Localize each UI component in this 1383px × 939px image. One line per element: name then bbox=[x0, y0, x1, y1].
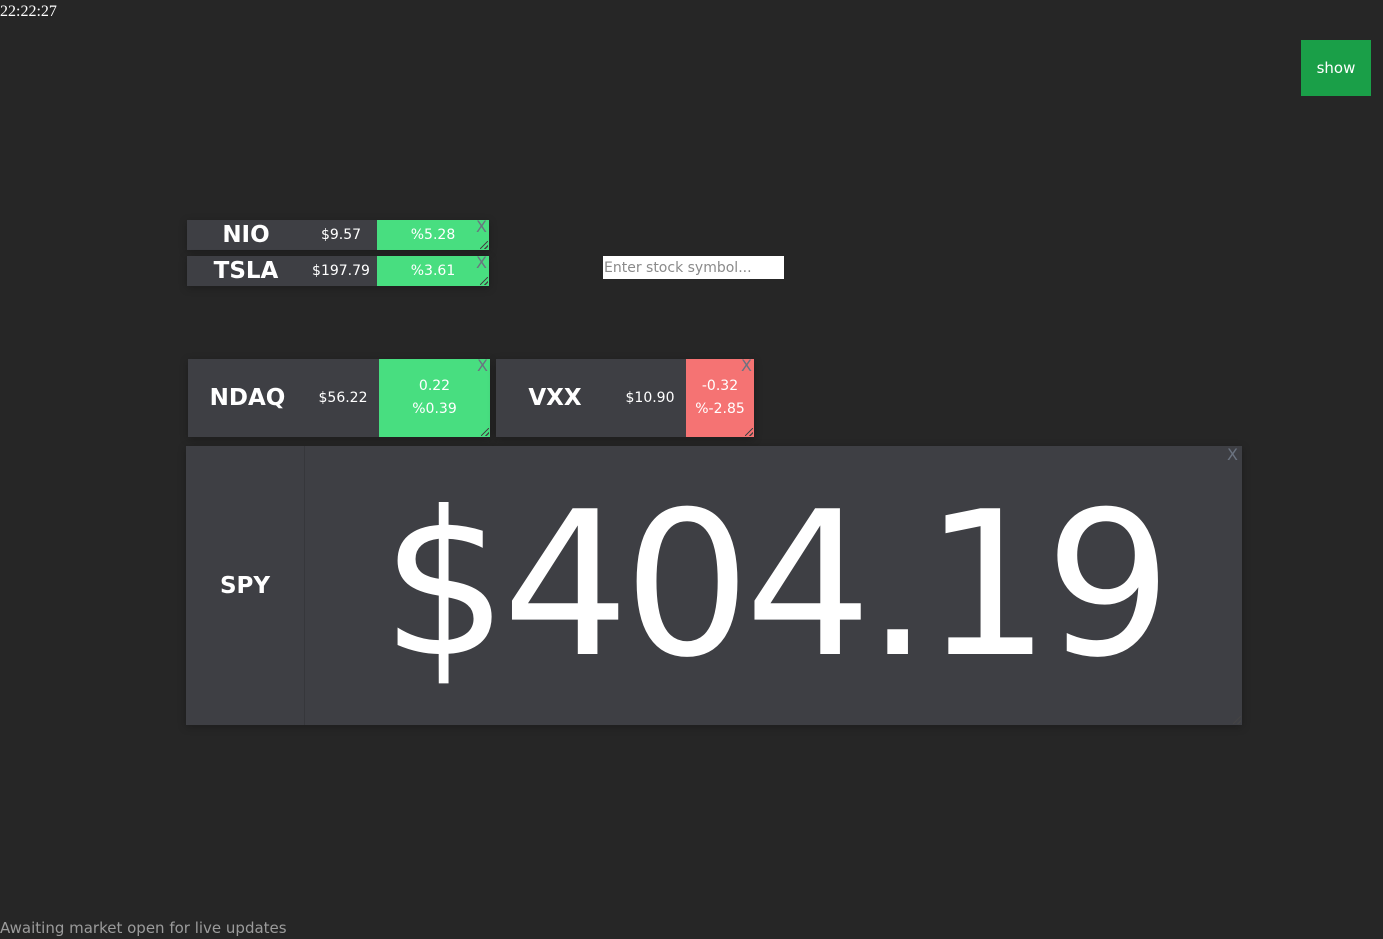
stock-dashboard: 22:22:27 show NIO $9.57 %5.28 X TSLA $19… bbox=[0, 0, 1383, 939]
stock-change-value: 0.22 bbox=[418, 378, 451, 394]
stock-price: $404.19 bbox=[380, 469, 1172, 702]
close-icon[interactable]: X bbox=[476, 254, 487, 272]
clock: 22:22:27 bbox=[0, 3, 57, 20]
stock-change-percent: %3.61 bbox=[410, 262, 456, 279]
market-status: Awaiting market open for live updates bbox=[0, 919, 287, 937]
stock-change-percent: %-2.85 bbox=[695, 401, 745, 417]
stock-change: 0.22 %0.39 X bbox=[379, 357, 490, 437]
stock-price: $9.57 bbox=[320, 227, 362, 243]
resize-handle-icon[interactable] bbox=[480, 241, 488, 249]
stock-price: $56.22 bbox=[318, 390, 368, 406]
close-icon[interactable]: X bbox=[477, 357, 488, 375]
stock-change-value: -0.32 bbox=[701, 378, 739, 394]
stock-tile-ndaq[interactable]: NDAQ $56.22 0.22 %0.39 X bbox=[188, 357, 490, 437]
stock-change: %3.61 X bbox=[377, 254, 489, 286]
stock-symbol: TSLA bbox=[213, 258, 279, 284]
stock-tile-tsla[interactable]: TSLA $197.79 %3.61 X bbox=[187, 254, 489, 286]
stock-symbol: SPY bbox=[186, 446, 305, 725]
stock-symbol-input[interactable] bbox=[603, 256, 784, 279]
stock-symbol: VXX bbox=[528, 385, 582, 411]
stock-change: -0.32 %-2.85 X bbox=[686, 357, 754, 437]
close-icon[interactable]: X bbox=[741, 357, 752, 375]
close-icon[interactable]: X bbox=[1227, 446, 1238, 464]
stock-tile-nio[interactable]: NIO $9.57 %5.28 X bbox=[187, 218, 489, 250]
stock-change: %5.28 X bbox=[377, 218, 489, 250]
stock-price: $197.79 bbox=[312, 263, 370, 279]
stock-symbol: NDAQ bbox=[209, 385, 286, 411]
resize-handle-icon[interactable] bbox=[481, 428, 489, 436]
resize-handle-icon[interactable] bbox=[745, 428, 753, 436]
stock-symbol: NIO bbox=[222, 222, 270, 248]
stock-change-percent: %5.28 bbox=[410, 226, 456, 243]
stock-price: $10.90 bbox=[625, 390, 675, 406]
resize-handle-icon[interactable] bbox=[480, 277, 488, 285]
stock-tile-vxx[interactable]: VXX $10.90 -0.32 %-2.85 X bbox=[496, 357, 754, 437]
resize-handle-icon[interactable] bbox=[1233, 716, 1241, 724]
stock-tile-spy[interactable]: SPY $404.19 X bbox=[186, 446, 1242, 725]
close-icon[interactable]: X bbox=[476, 218, 487, 236]
stock-change-percent: %0.39 bbox=[412, 401, 457, 417]
show-button[interactable]: show bbox=[1301, 40, 1371, 96]
